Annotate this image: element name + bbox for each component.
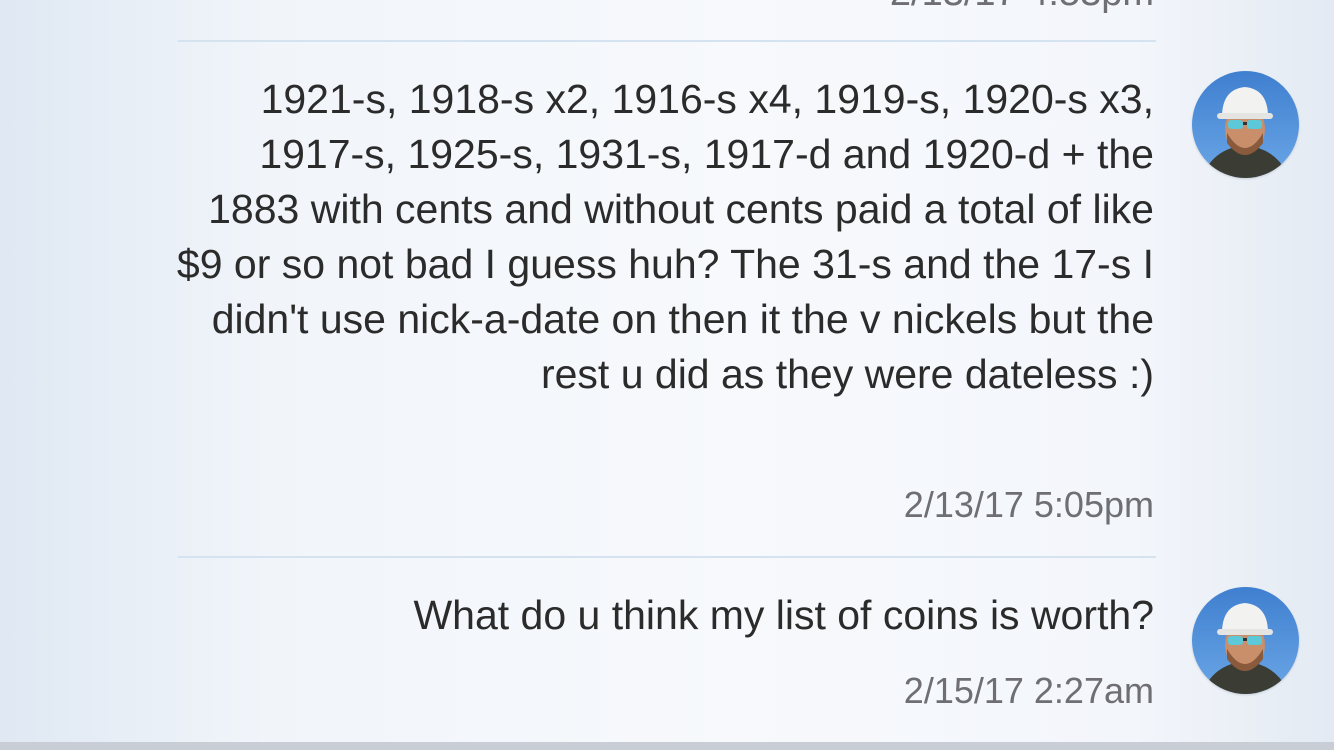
user-avatar[interactable] — [1192, 587, 1299, 694]
bottom-toolbar-edge — [0, 742, 1334, 750]
previous-message-timestamp: 2/13/17 4:53pm — [890, 0, 1154, 15]
message-text: What do u think my list of coins is wort… — [413, 592, 1154, 638]
user-avatar[interactable] — [1192, 71, 1299, 178]
message-text: 1921-s, 1918-s x2, 1916-s x4, 1919-s, 19… — [176, 76, 1154, 397]
avatar-photo-icon — [1192, 587, 1299, 694]
message-timestamp: 2/13/17 5:05pm — [903, 484, 1154, 525]
message-timestamp: 2/15/17 2:27am — [903, 670, 1154, 711]
avatar-photo-icon — [1192, 71, 1299, 178]
message-divider — [178, 40, 1156, 42]
message-divider — [178, 556, 1156, 558]
message-thread[interactable]: 2/13/17 4:53pm 1921-s, 1918-s x2, 1916-s… — [0, 0, 1334, 750]
